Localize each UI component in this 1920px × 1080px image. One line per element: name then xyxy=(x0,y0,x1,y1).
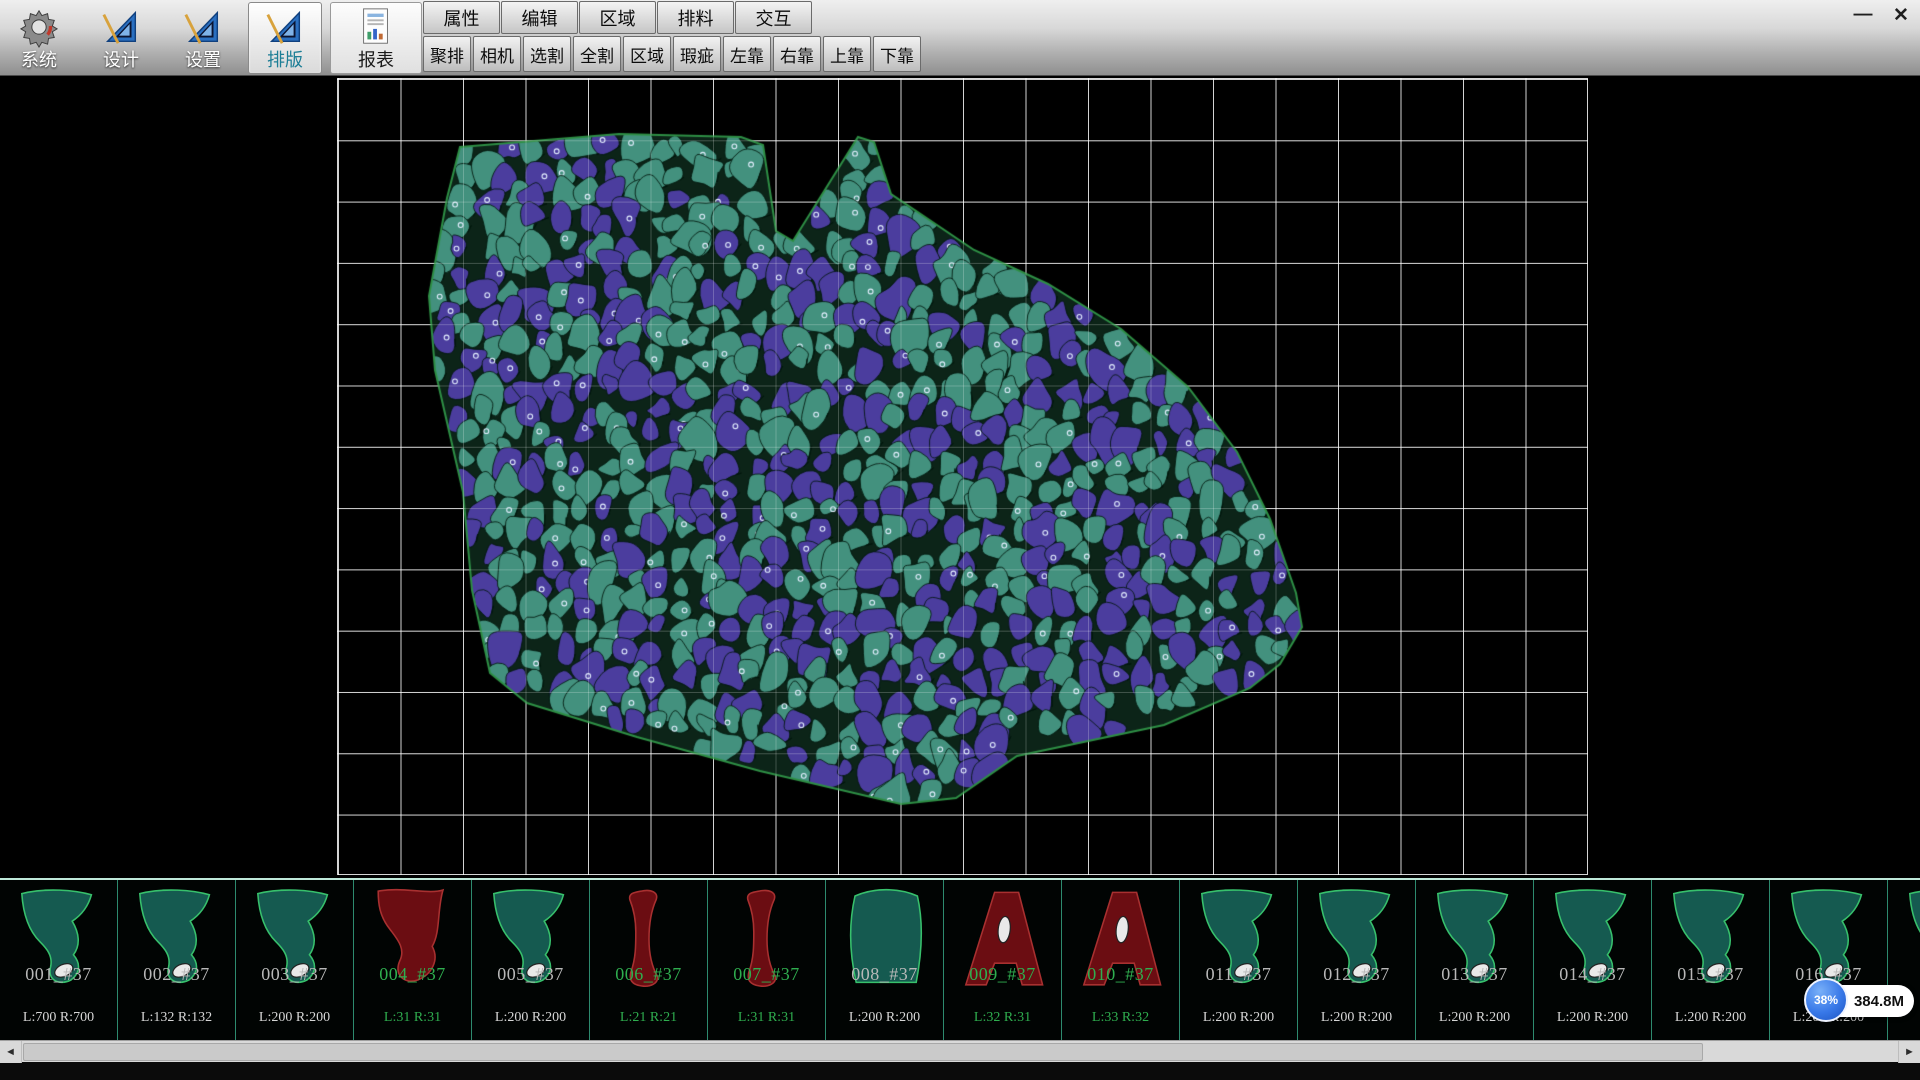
set-square-icon xyxy=(264,6,306,48)
piece-name: 005_#37 xyxy=(472,964,589,985)
piece-name: 004_#37 xyxy=(354,964,471,985)
menu-tab-interactive[interactable]: 交互 xyxy=(735,1,812,34)
piece-name: 002_#37 xyxy=(118,964,235,985)
ribbon-button-design[interactable]: 设计 xyxy=(84,2,158,74)
gear-icon xyxy=(18,6,60,48)
piece-name: 009_#37 xyxy=(944,964,1061,985)
piece-thumbnail[interactable]: 013_#37 L:200 R:200 xyxy=(1416,880,1534,1040)
piece-name: 003_#37 xyxy=(236,964,353,985)
piece-counts: L:700 R:700 xyxy=(0,1010,117,1026)
piece-name: 011_#37 xyxy=(1180,964,1297,985)
piece-name: 012_#37 xyxy=(1298,964,1415,985)
tool-button-region[interactable]: 区域 xyxy=(623,36,671,72)
main-button-group: 系统 设计 设置 排版 报表 xyxy=(2,2,422,74)
ribbon-button-label: 设计 xyxy=(103,49,139,71)
piece-thumbnail[interactable]: 012_#37 L:200 R:200 xyxy=(1298,880,1416,1040)
piece-counts: L:200 R:200 xyxy=(826,1010,943,1026)
tool-button-align-right[interactable]: 右靠 xyxy=(773,36,821,72)
ribbon-button-label: 系统 xyxy=(21,49,57,71)
progress-percent-badge: 38% xyxy=(1804,978,1848,1022)
tool-button-select-cut[interactable]: 选割 xyxy=(523,36,571,72)
tool-button-align-left[interactable]: 左靠 xyxy=(723,36,771,72)
canvas-viewport[interactable] xyxy=(0,77,1920,878)
piece-counts: L:31 R:31 xyxy=(708,1010,825,1026)
menu-tab-region[interactable]: 区域 xyxy=(579,1,656,34)
ribbon-button-settings[interactable]: 设置 xyxy=(166,2,240,74)
scroll-left-arrow-icon[interactable]: ◄ xyxy=(0,1041,22,1063)
piece-thumbnail[interactable]: 010_#37 L:33 R:32 xyxy=(1062,880,1180,1040)
report-doc-icon xyxy=(355,6,397,48)
memory-progress-widget[interactable]: 384.8M 38% xyxy=(1804,978,1916,1024)
piece-counts: L:200 R:200 xyxy=(1416,1010,1533,1026)
piece-thumbnail[interactable]: 008_#37 L:200 R:200 xyxy=(826,880,944,1040)
piece-counts: L:200 R:200 xyxy=(472,1010,589,1026)
piece-name: 015_#37 xyxy=(1652,964,1769,985)
piece-counts: L:33 R:32 xyxy=(1062,1010,1179,1026)
piece-counts: L:200 R:200 xyxy=(1534,1010,1651,1026)
tool-button-row: 聚排相机选割全割区域瑕疵左靠右靠上靠下靠 xyxy=(423,36,923,73)
piece-name: 010_#37 xyxy=(1062,964,1179,985)
piece-counts: L:21 R:21 xyxy=(590,1010,707,1026)
tool-button-align-bottom[interactable]: 下靠 xyxy=(873,36,921,72)
piece-counts: L:132 R:132 xyxy=(118,1010,235,1026)
piece-name: 007_#37 xyxy=(708,964,825,985)
pieces-strip: 001_#37L:700 R:700002_#37L:132 R:132003_… xyxy=(0,878,1920,1040)
piece-name: 008_#37 xyxy=(826,964,943,985)
piece-thumbnail[interactable]: 011_#37 L:200 R:200 xyxy=(1180,880,1298,1040)
menu-area: 属性编辑区域排料交互 聚排相机选割全割区域瑕疵左靠右靠上靠下靠 xyxy=(423,1,923,73)
piece-name: 001_#37 xyxy=(0,964,117,985)
piece-name: 014_#37 xyxy=(1534,964,1651,985)
piece-counts: L:32 R:31 xyxy=(944,1010,1061,1026)
ribbon-button-nesting[interactable]: 排版 xyxy=(248,2,322,74)
piece-counts: L:31 R:31 xyxy=(354,1010,471,1026)
set-square-icon xyxy=(182,6,224,48)
ribbon-button-label: 报表 xyxy=(358,49,394,71)
scrollbar-thumb[interactable] xyxy=(23,1043,1703,1061)
menu-tab-row: 属性编辑区域排料交互 xyxy=(423,1,923,34)
tool-button-cut-all[interactable]: 全割 xyxy=(573,36,621,72)
menu-tab-edit[interactable]: 编辑 xyxy=(501,1,578,34)
piece-name: 006_#37 xyxy=(590,964,707,985)
close-button[interactable]: ✕ xyxy=(1886,2,1916,28)
menu-tab-properties[interactable]: 属性 xyxy=(423,1,500,34)
ribbon-button-label: 设置 xyxy=(185,49,221,71)
tool-button-camera[interactable]: 相机 xyxy=(473,36,521,72)
minimize-button[interactable]: — xyxy=(1848,2,1878,28)
piece-counts: L:200 R:200 xyxy=(1180,1010,1297,1026)
piece-thumbnail[interactable]: 002_#37 L:132 R:132 xyxy=(118,880,236,1040)
piece-counts: L:200 R:200 xyxy=(236,1010,353,1026)
piece-thumbnail[interactable]: 015_#37 L:200 R:200 xyxy=(1652,880,1770,1040)
window-controls: — ✕ xyxy=(1848,2,1916,28)
menu-tab-nest[interactable]: 排料 xyxy=(657,1,734,34)
ribbon-button-system[interactable]: 系统 xyxy=(2,2,76,74)
piece-thumbnail[interactable]: 009_#37 L:32 R:31 xyxy=(944,880,1062,1040)
tool-button-cluster-nest[interactable]: 聚排 xyxy=(423,36,471,72)
ribbon-button-report[interactable]: 报表 xyxy=(330,2,422,74)
piece-thumbnail[interactable]: 007_#37 L:31 R:31 xyxy=(708,880,826,1040)
horizontal-scrollbar[interactable]: ◄ ► xyxy=(0,1040,1920,1062)
piece-counts: L:200 R:200 xyxy=(1298,1010,1415,1026)
piece-thumbnail[interactable]: 001_#37 L:700 R:700 xyxy=(0,880,118,1040)
piece-thumbnail[interactable]: 005_#37 L:200 R:200 xyxy=(472,880,590,1040)
nesting-canvas[interactable] xyxy=(337,78,1587,875)
set-square-icon xyxy=(100,6,142,48)
ribbon-button-label: 排版 xyxy=(267,49,303,71)
window-bottom-edge xyxy=(0,1062,1920,1080)
piece-thumbnail[interactable]: 004_#37 L:31 R:31 xyxy=(354,880,472,1040)
piece-name: 013_#37 xyxy=(1416,964,1533,985)
piece-counts: L:200 R:200 xyxy=(1652,1010,1769,1026)
piece-thumbnail[interactable]: 003_#37 L:200 R:200 xyxy=(236,880,354,1040)
piece-thumbnail[interactable]: 014_#37 L:200 R:200 xyxy=(1534,880,1652,1040)
tool-button-align-top[interactable]: 上靠 xyxy=(823,36,871,72)
ribbon-toolbar: 系统设计设置排版报表 属性编辑区域排料交互 聚排相机选割全割区域瑕疵左靠右靠上靠… xyxy=(0,0,1920,76)
scroll-right-arrow-icon[interactable]: ► xyxy=(1898,1041,1920,1063)
tool-button-defect[interactable]: 瑕疵 xyxy=(673,36,721,72)
app-window: 系统设计设置排版报表 属性编辑区域排料交互 聚排相机选割全割区域瑕疵左靠右靠上靠… xyxy=(0,0,1920,1080)
piece-thumbnail[interactable]: 006_#37 L:21 R:21 xyxy=(590,880,708,1040)
